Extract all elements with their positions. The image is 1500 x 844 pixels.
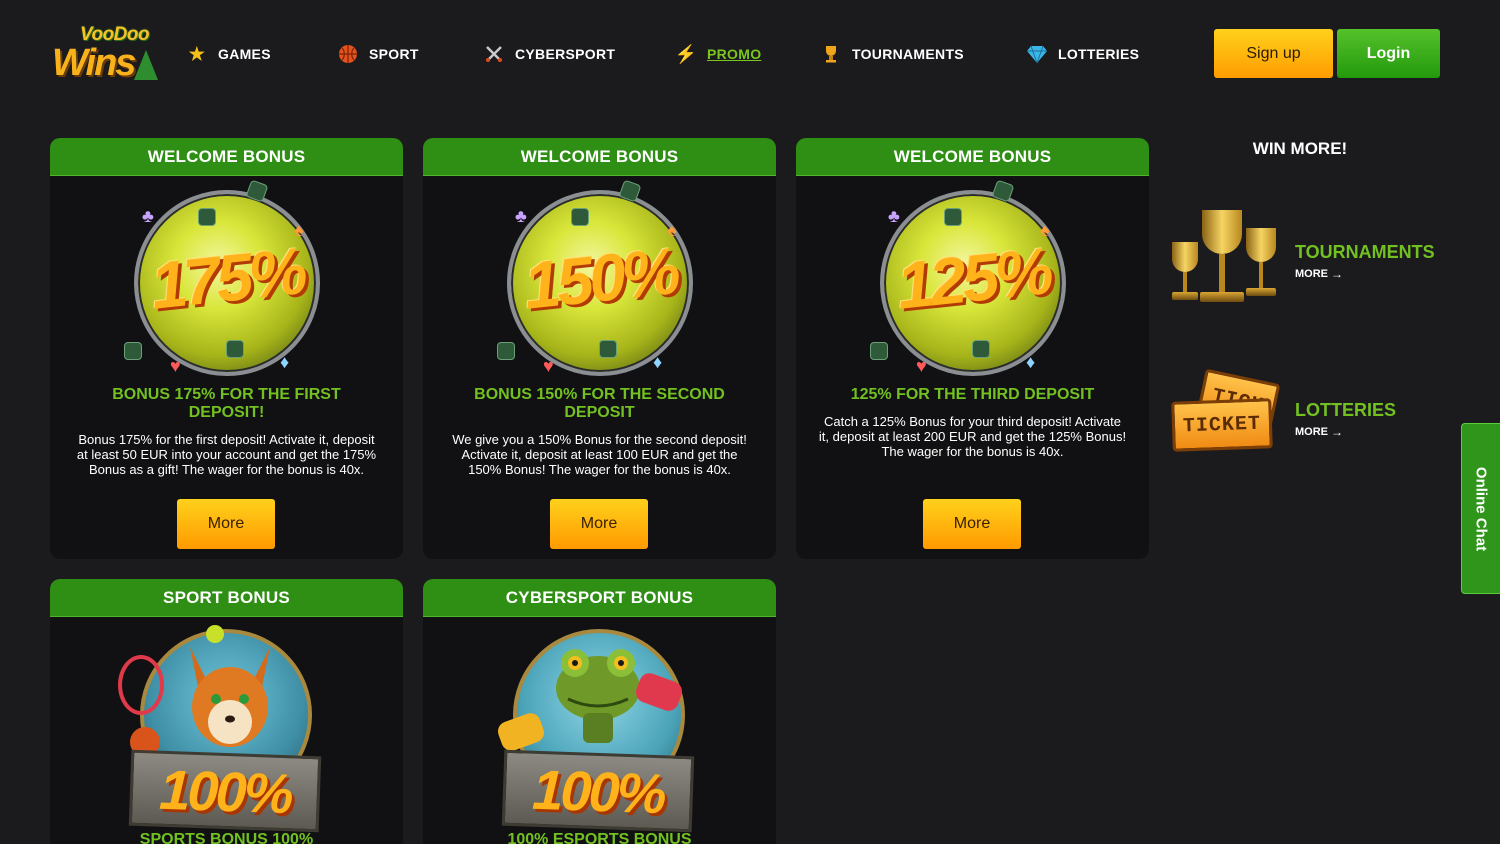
card-header: SPORT BONUS xyxy=(50,579,403,617)
card-header: WELCOME BONUS xyxy=(796,138,1149,176)
sidebar-item-lotteries[interactable]: TICK TICKET LOTTERIES MORE → xyxy=(1166,358,1456,468)
win-more-heading: WIN MORE! xyxy=(1252,139,1348,158)
nav-item-sport[interactable]: SPORT xyxy=(337,40,419,68)
tickets-icon: TICKET xyxy=(1171,398,1273,452)
nav-item-label: SPORT xyxy=(369,46,419,62)
card-title: SPORTS BONUS 100% xyxy=(139,831,314,844)
login-button[interactable]: Login xyxy=(1337,29,1440,78)
card-title: 100% ESPORTS BONUS xyxy=(507,831,692,844)
fox-mascot-icon xyxy=(190,647,270,747)
nav-item-label: CYBERSPORT xyxy=(515,46,616,62)
card-header: WELCOME BONUS xyxy=(50,138,403,176)
logo-main-text: Wins xyxy=(52,42,136,84)
card-header: WELCOME BONUS xyxy=(423,138,776,176)
sidebar-item-tournaments[interactable]: TOURNAMENTS MORE → xyxy=(1166,200,1456,310)
card-description: Bonus 175% for the first deposit! Activa… xyxy=(76,432,377,477)
card-title: BONUS 150% FOR THE SECOND DEPOSIT xyxy=(474,386,725,421)
more-link[interactable]: MORE → xyxy=(1295,425,1343,439)
promo-card-third-deposit: WELCOME BONUS ♣ ♠ ♥ ♦ 125% 125% FOR THE … xyxy=(796,138,1149,559)
nav-item-games[interactable]: ★ GAMES xyxy=(186,40,271,68)
promo-card-first-deposit: WELCOME BONUS ♣ ♠ ♥ ♦ 175% BONUS 175% FO… xyxy=(50,138,403,559)
more-button[interactable]: More xyxy=(550,499,648,549)
sign-up-button[interactable]: Sign up xyxy=(1214,29,1333,78)
nav-item-promo[interactable]: ⚡ PROMO xyxy=(675,40,761,68)
nav-item-cybersport[interactable]: CYBERSPORT xyxy=(483,40,615,68)
bonus-image: ♣ ♠ ♥ ♦ 150% xyxy=(423,176,776,386)
bonus-image: 100% 100% ESPORTS BONUS xyxy=(423,617,776,844)
trophy-icon xyxy=(820,43,842,65)
more-button[interactable]: More xyxy=(923,499,1021,549)
bonus-image: ♣ ♠ ♥ ♦ 175% xyxy=(50,176,403,386)
nav-item-lotteries[interactable]: LOTTERIES xyxy=(1026,40,1139,68)
nav-item-label: PROMO xyxy=(707,46,762,62)
sidebar-item-label: TOURNAMENTS xyxy=(1295,242,1435,262)
card-title: 125% FOR THE THIRD DEPOSIT xyxy=(850,386,1095,403)
crossed-swords-icon xyxy=(483,43,505,65)
nav-item-tournaments[interactable]: TOURNAMENTS xyxy=(820,40,964,68)
trophies-icon xyxy=(1168,208,1286,308)
arrow-right-icon: → xyxy=(1331,425,1343,439)
star-icon: ★ xyxy=(188,43,206,64)
nav-item-label: LOTTERIES xyxy=(1058,46,1140,62)
online-chat-button[interactable]: Online Chat xyxy=(1461,423,1500,594)
bonus-percent: 100% xyxy=(531,757,665,825)
arrow-right-icon: → xyxy=(1331,267,1343,281)
tennis-racket-icon xyxy=(118,655,164,715)
voodoo-wins-logo[interactable]: VooDoo Wins xyxy=(50,22,162,86)
nav-item-label: TOURNAMENTS xyxy=(852,46,964,62)
nav-item-label: GAMES xyxy=(218,46,271,62)
sidebar-item-label: LOTTERIES xyxy=(1295,400,1397,420)
site-header: VooDoo Wins ★ GAMES SPORT CYBERSPORT ⚡ P… xyxy=(0,0,1500,110)
bonus-percent: 100% xyxy=(158,757,292,825)
promo-card-sport-bonus: SPORT BONUS 100% SPORTS BONUS 100% xyxy=(50,579,403,844)
diamond-icon xyxy=(1026,43,1048,65)
christmas-tree-icon xyxy=(134,50,158,80)
card-description: We give you a 150% Bonus for the second … xyxy=(452,432,747,477)
card-header: CYBERSPORT BONUS xyxy=(423,579,776,617)
more-button[interactable]: More xyxy=(177,499,275,549)
online-chat-label: Online Chat xyxy=(1472,466,1490,551)
bonus-image: ♣ ♠ ♥ ♦ 125% xyxy=(796,176,1149,386)
promo-card-cybersport-bonus: CYBERSPORT BONUS 100% 100% ESPORTS BONUS xyxy=(423,579,776,844)
bonus-image: 100% SPORTS BONUS 100% xyxy=(50,617,403,844)
card-description: Catch a 125% Bonus for your third deposi… xyxy=(818,414,1127,459)
more-link[interactable]: MORE → xyxy=(1295,267,1343,281)
lightning-icon: ⚡ xyxy=(674,43,698,64)
tennis-ball-icon xyxy=(206,625,224,643)
basketball-icon xyxy=(337,43,359,65)
card-title: BONUS 175% FOR THE FIRST DEPOSIT! xyxy=(112,386,341,421)
promo-card-second-deposit: WELCOME BONUS ♣ ♠ ♥ ♦ 150% BONUS 150% FO… xyxy=(423,138,776,559)
